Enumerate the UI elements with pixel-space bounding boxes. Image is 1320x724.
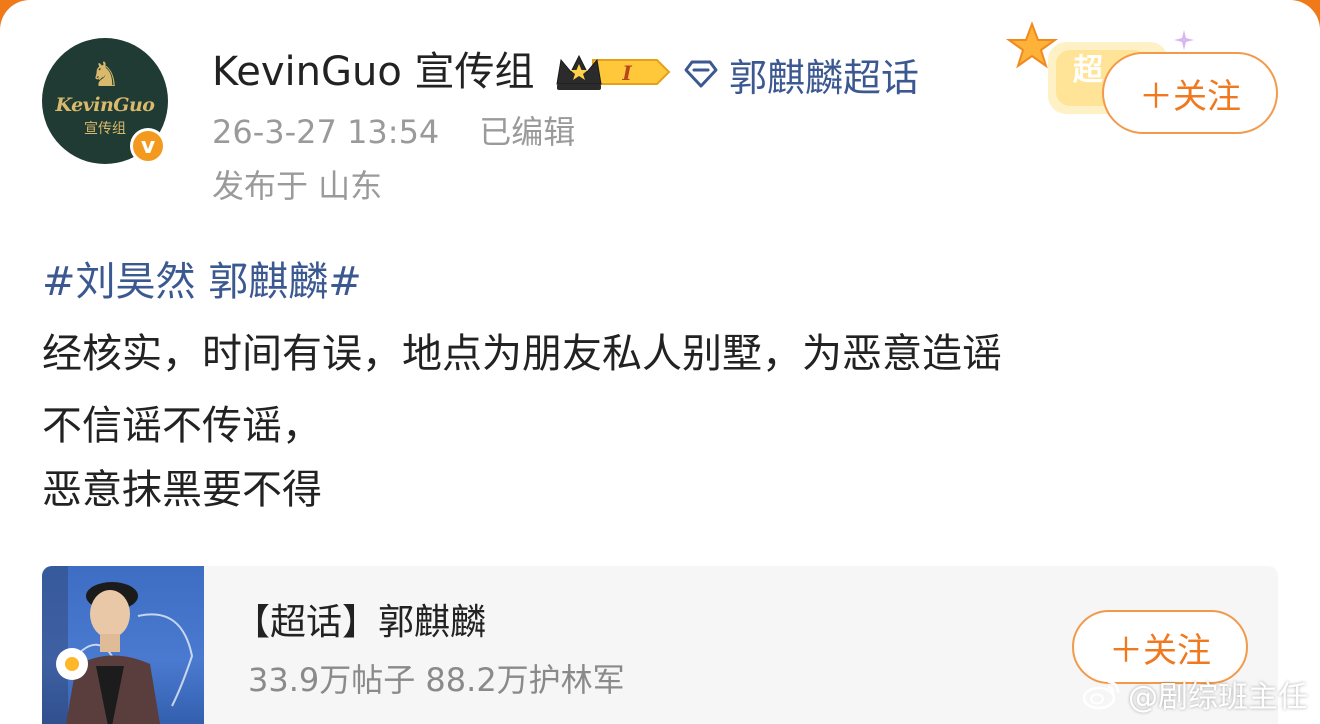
verified-icon: v — [130, 128, 166, 164]
watermark-text: @剧综班主任 — [1128, 680, 1308, 715]
post-meta: 26-3-27 13:54 已编辑 — [212, 110, 575, 154]
post-timestamp: 26-3-27 13:54 — [212, 113, 440, 151]
super-topic-stats: 33.9万帖子 88.2万护林军 — [248, 661, 625, 699]
edited-label[interactable]: 已编辑 — [479, 113, 575, 151]
post-location: 发布于 山东 — [212, 167, 383, 205]
super-topic-cover-image — [42, 566, 204, 724]
vip-crown-badge[interactable]: I — [553, 50, 671, 94]
avatar-logo-text: KevinGuo — [55, 94, 155, 116]
post-card: ♞ KevinGuo 宣传组 v KevinGuo 宣传组 I 郭麒麟超话 26… — [0, 0, 1320, 724]
diamond-icon — [684, 60, 718, 88]
weibo-icon — [1082, 680, 1120, 710]
author-name[interactable]: KevinGuo 宣传组 — [212, 44, 535, 100]
post-text-line: 恶意抹黑要不得 — [42, 467, 322, 513]
follow-button[interactable]: ＋关注 — [1102, 52, 1278, 134]
super-topic-title: 【超话】郭麒麟 — [234, 602, 487, 643]
watermark: @剧综班主任 — [1082, 672, 1308, 716]
vip-level-text: I — [621, 61, 632, 85]
qilin-logo-icon: ♞ — [89, 55, 121, 95]
cover-illustration — [42, 566, 194, 724]
post-text-line: 不信谣不传谣， — [42, 403, 322, 449]
super-topic-link-label: 郭麒麟超话 — [729, 55, 920, 100]
sparkle-icon — [1174, 30, 1194, 50]
avatar-logo-cn: 宣传组 — [84, 121, 126, 137]
decoration-label: 超 — [1073, 53, 1104, 88]
post-text-line: 经核实，时间有误，地点为朋友私人别墅，为恶意造谣 — [42, 331, 1002, 377]
hashtag-link[interactable]: #刘昊然 郭麒麟# — [42, 254, 362, 310]
super-topic-link[interactable]: 郭麒麟超话 — [683, 48, 919, 100]
